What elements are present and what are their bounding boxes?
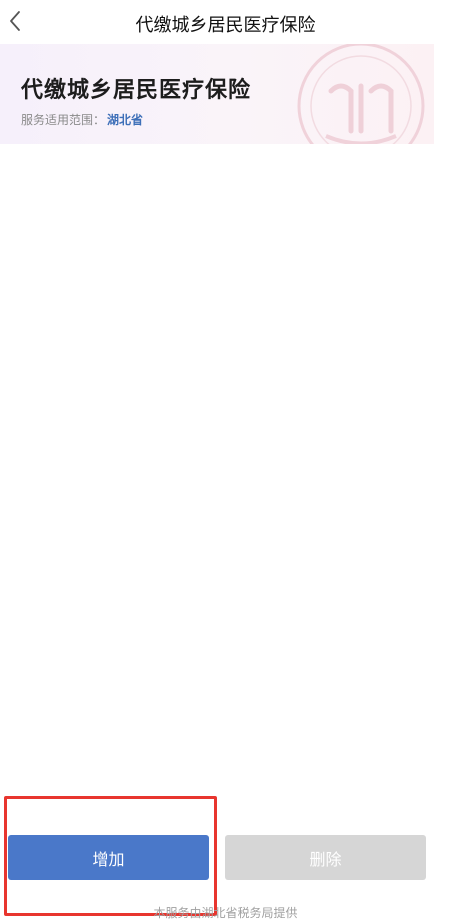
page-title: 代缴城乡居民医疗保险 — [135, 15, 316, 36]
content-area — [0, 144, 451, 794]
nav-bar: 代缴城乡居民医疗保险 — [0, 0, 451, 44]
footer-note: 本服务由湖北省税务局提供 — [153, 906, 298, 920]
service-scope: 服务适用范围： 湖北省 — [21, 111, 143, 128]
highlight-annotation — [4, 796, 217, 916]
delete-button[interactable]: 删除 — [225, 835, 426, 880]
tax-seal-watermark-icon — [297, 44, 425, 144]
scope-value: 湖北省 — [107, 113, 144, 127]
scope-label: 服务适用范围： — [21, 113, 106, 127]
service-title: 代缴城乡居民医疗保险 — [21, 78, 252, 103]
service-banner: 代缴城乡居民医疗保险 服务适用范围： 湖北省 — [0, 44, 434, 144]
